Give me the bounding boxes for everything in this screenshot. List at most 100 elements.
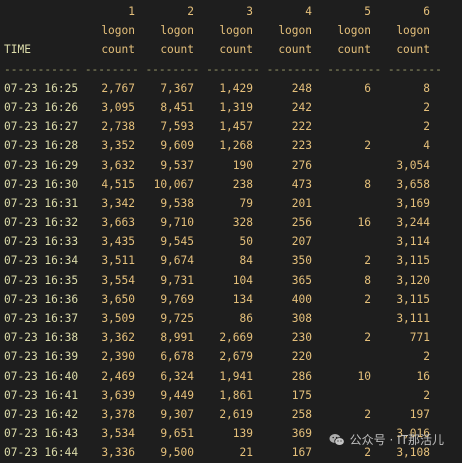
- col-label: logon: [337, 24, 371, 38]
- row-time: 07-23 16:36: [4, 292, 79, 306]
- row-value: 6,678: [160, 350, 194, 364]
- table-row: 07-23 16:36 3,650 9,769 134 400 2 3,115: [4, 290, 460, 309]
- row-value: 201: [291, 196, 312, 210]
- table-row: 07-23 16:32 3,663 9,710 328 256 16 3,244: [4, 213, 460, 232]
- row-value: 3,378: [101, 407, 135, 421]
- col-number: 3: [246, 5, 253, 18]
- table-row: 07-23 16:35 3,554 9,731 104 365 8 3,120: [4, 271, 460, 290]
- row-value: 2: [423, 120, 430, 134]
- terminal-output: 1 2 3 4 5 6 logon logon logon logon logo…: [4, 2, 460, 463]
- row-value: 9,651: [160, 427, 194, 441]
- row-value: 1,457: [219, 120, 253, 134]
- row-value: 223: [291, 139, 312, 153]
- row-time: 07-23 16:30: [4, 177, 79, 191]
- table-row: 07-23 16:33 3,435 9,545 50 207 3,114: [4, 232, 460, 251]
- col-number: 4: [305, 5, 312, 18]
- row-value: 3,054: [396, 158, 430, 172]
- table-row: 07-23 16:28 3,352 9,609 1,268 223 2 4: [4, 136, 460, 155]
- col-number: 6: [423, 5, 430, 18]
- row-value: 2,619: [219, 407, 253, 421]
- row-value: 248: [291, 81, 312, 95]
- row-value: 207: [291, 235, 312, 249]
- row-value: 16: [416, 369, 430, 383]
- row-value: 79: [239, 196, 253, 210]
- table-row: 07-23 16:38 3,362 8,991 2,669 230 2 771: [4, 328, 460, 347]
- col-number: 5: [364, 5, 371, 18]
- row-value: 21: [239, 446, 253, 460]
- row-value: 220: [291, 350, 312, 364]
- row-value: 190: [232, 158, 253, 172]
- row-value: 2: [364, 331, 371, 345]
- row-value: 1,319: [219, 100, 253, 114]
- row-value: 3,095: [101, 100, 135, 114]
- col-number: 2: [187, 5, 194, 18]
- col-label: count: [160, 43, 194, 57]
- row-value: 256: [291, 216, 312, 230]
- row-time: 07-23 16:38: [4, 331, 79, 345]
- row-value: 134: [232, 292, 253, 306]
- row-value: 3,244: [396, 216, 430, 230]
- row-value: 104: [232, 273, 253, 287]
- table-row: 07-23 16:26 3,095 8,451 1,319 242 2: [4, 98, 460, 117]
- row-value: 3,663: [101, 216, 135, 230]
- row-value: 9,538: [160, 196, 194, 210]
- header-col-label2: TIME count count count count count count: [4, 40, 460, 59]
- table-row: 07-23 16:37 3,509 9,725 86 308 3,111: [4, 309, 460, 328]
- row-value: 230: [291, 331, 312, 345]
- row-time: 07-23 16:32: [4, 216, 79, 230]
- row-value: 10,067: [153, 177, 194, 191]
- row-time: 07-23 16:40: [4, 369, 79, 383]
- row-time: 07-23 16:27: [4, 120, 79, 134]
- row-value: 3,120: [396, 273, 430, 287]
- row-value: 8: [364, 273, 371, 287]
- row-value: 2: [364, 407, 371, 421]
- row-value: 365: [291, 273, 312, 287]
- row-value: 276: [291, 158, 312, 172]
- row-value: 86: [239, 312, 253, 325]
- row-value: 167: [291, 446, 312, 460]
- row-value: 3,650: [101, 292, 135, 306]
- table-row: 07-23 16:34 3,511 9,674 84 350 2 3,115: [4, 251, 460, 270]
- row-value: 2: [423, 350, 430, 364]
- row-value: 258: [291, 407, 312, 421]
- row-time: 07-23 16:29: [4, 158, 79, 172]
- watermark-text: 公众号 · IT那活儿: [349, 433, 444, 447]
- table-row: 07-23 16:30 4,515 10,067 238 473 8 3,658: [4, 175, 460, 194]
- table-row: 07-23 16:41 3,639 9,449 1,861 175 2: [4, 386, 460, 405]
- table-row: 07-23 16:42 3,378 9,307 2,619 258 2 197: [4, 405, 460, 424]
- row-value: 4,515: [101, 177, 135, 191]
- time-column-header: TIME: [4, 43, 31, 57]
- col-label: logon: [396, 24, 430, 38]
- row-value: 238: [232, 177, 253, 191]
- header-separator: ----------- -------- -------- -------- -…: [4, 60, 460, 79]
- row-value: 3,115: [396, 254, 430, 268]
- row-value: 473: [291, 177, 312, 191]
- row-value: 3,336: [101, 446, 135, 460]
- row-time: 07-23 16:25: [4, 81, 79, 95]
- row-time: 07-23 16:33: [4, 235, 79, 249]
- row-time: 07-23 16:26: [4, 100, 79, 114]
- row-value: 286: [291, 369, 312, 383]
- row-value: 771: [409, 331, 430, 345]
- row-value: 7,593: [160, 120, 194, 134]
- row-value: 8,991: [160, 331, 194, 345]
- col-label: count: [219, 43, 253, 57]
- separator-line: ----------- -------- -------- -------- -…: [4, 62, 442, 76]
- row-value: 3,509: [101, 312, 135, 325]
- table-row: 07-23 16:31 3,342 9,538 79 201 3,169: [4, 194, 460, 213]
- row-value: 50: [239, 235, 253, 249]
- row-value: 242: [291, 100, 312, 114]
- row-value: 3,352: [101, 139, 135, 153]
- row-value: 2,679: [219, 350, 253, 364]
- row-time: 07-23 16:37: [4, 312, 79, 325]
- row-value: 3,169: [396, 196, 430, 210]
- row-value: 175: [291, 388, 312, 402]
- row-value: 16: [357, 216, 371, 230]
- row-value: 197: [409, 407, 430, 421]
- row-value: 350: [291, 254, 312, 268]
- row-value: 8: [364, 177, 371, 191]
- row-value: 400: [291, 292, 312, 306]
- row-value: 10: [357, 369, 371, 383]
- row-value: 2,469: [101, 369, 135, 383]
- header-col-numbers: 1 2 3 4 5 6: [4, 2, 460, 21]
